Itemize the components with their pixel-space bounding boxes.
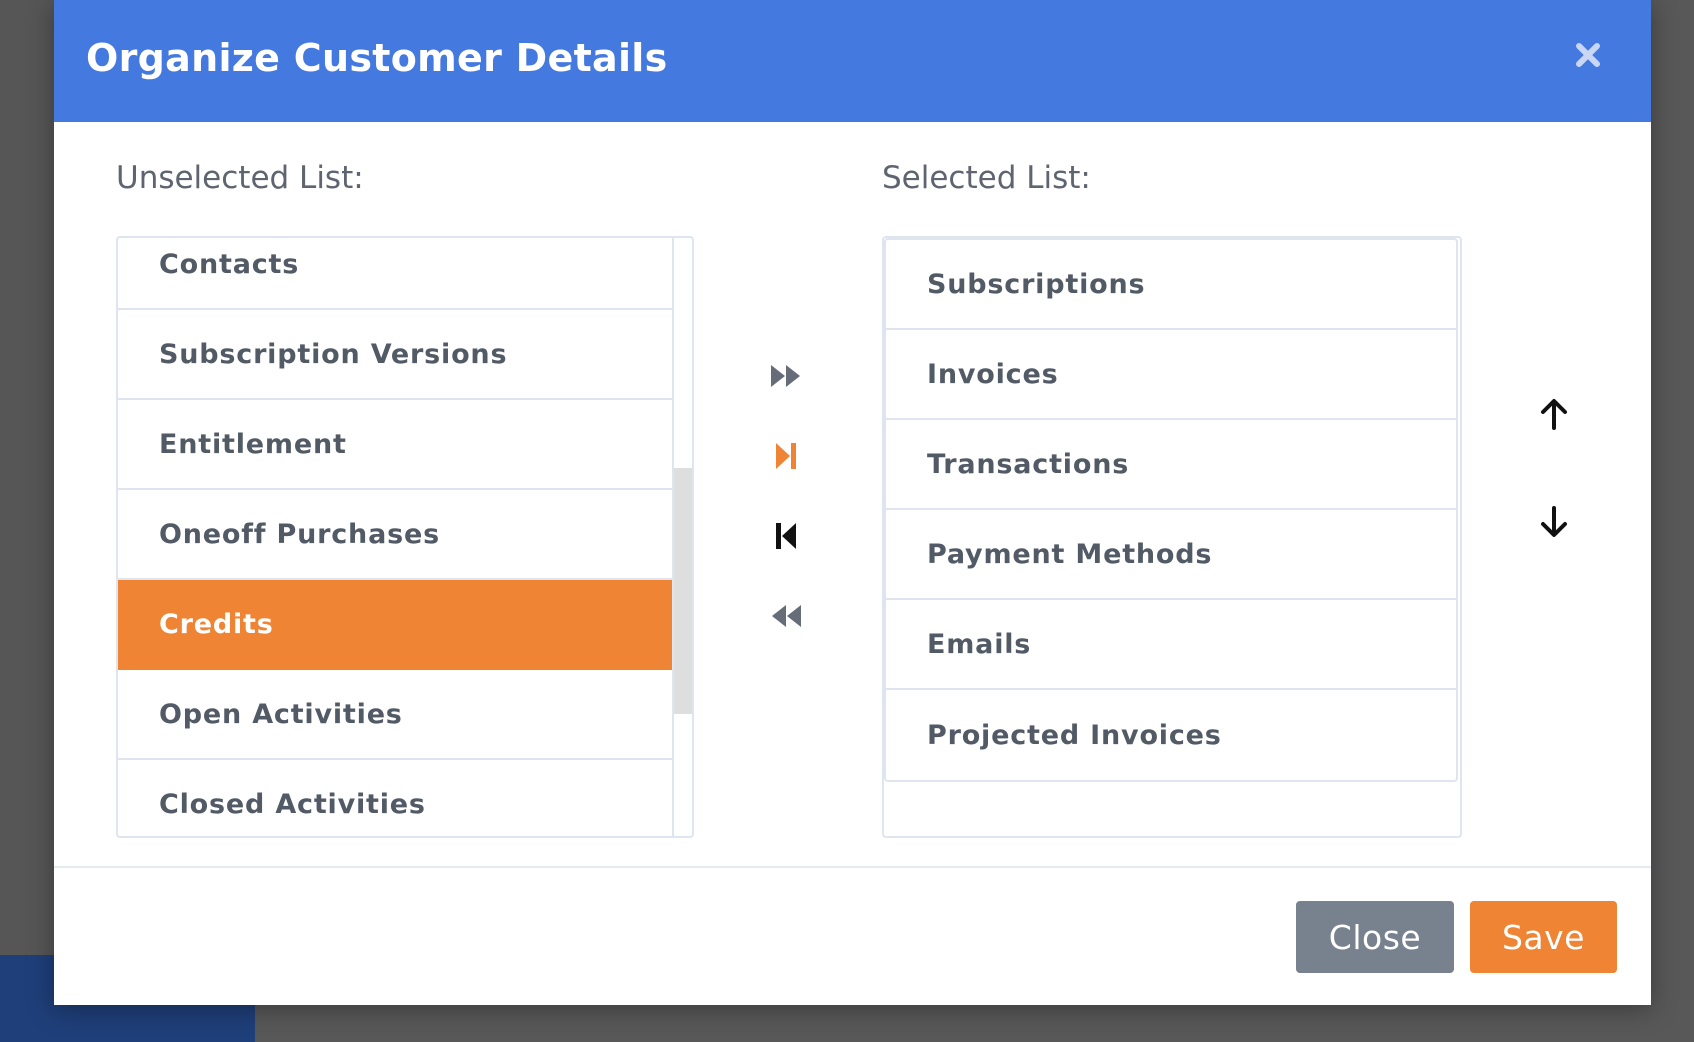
- unselected-item-subscription-versions[interactable]: Subscription Versions: [118, 310, 674, 400]
- arrow-up-icon[interactable]: [1532, 392, 1576, 436]
- backdrop: [0, 0, 54, 1042]
- modal-title: Organize Customer Details: [86, 36, 668, 80]
- unselected-item-entitlement[interactable]: Entitlement: [118, 400, 674, 490]
- organize-customer-details-modal: Organize Customer Details Unselected Lis…: [54, 0, 1651, 1005]
- move-all-left-icon[interactable]: [764, 594, 808, 638]
- selected-item-payment-methods[interactable]: Payment Methods: [886, 510, 1456, 600]
- move-selected-right-icon[interactable]: [764, 434, 808, 478]
- unselected-item-contacts[interactable]: Contacts: [118, 238, 674, 310]
- selected-item-subscriptions[interactable]: Subscriptions: [886, 240, 1456, 330]
- unselected-item-closed-activities[interactable]: Closed Activities: [118, 760, 674, 836]
- scrollbar-thumb[interactable]: [674, 468, 692, 714]
- modal-header: Organize Customer Details: [54, 0, 1651, 122]
- close-icon[interactable]: [1571, 38, 1605, 72]
- selected-item-projected-invoices[interactable]: Projected Invoices: [886, 690, 1456, 780]
- selected-item-transactions[interactable]: Transactions: [886, 420, 1456, 510]
- selected-list-label: Selected List:: [882, 160, 1091, 196]
- close-button[interactable]: Close: [1296, 901, 1454, 973]
- arrow-down-icon[interactable]: [1532, 500, 1576, 544]
- unselected-item-open-activities[interactable]: Open Activities: [118, 670, 674, 760]
- unselected-item-credits[interactable]: Credits: [118, 580, 674, 670]
- unselected-item-oneoff-purchases[interactable]: Oneoff Purchases: [118, 490, 674, 580]
- move-all-right-icon[interactable]: [764, 354, 808, 398]
- save-button[interactable]: Save: [1470, 901, 1617, 973]
- selected-list[interactable]: Subscriptions Invoices Transactions Paym…: [882, 236, 1462, 838]
- selected-item-invoices[interactable]: Invoices: [886, 330, 1456, 420]
- unselected-list-label: Unselected List:: [116, 160, 364, 196]
- unselected-list[interactable]: Contacts Subscription Versions Entitleme…: [116, 236, 694, 838]
- move-selected-left-icon[interactable]: [764, 514, 808, 558]
- selected-item-emails[interactable]: Emails: [886, 600, 1456, 690]
- footer-divider: [54, 866, 1651, 868]
